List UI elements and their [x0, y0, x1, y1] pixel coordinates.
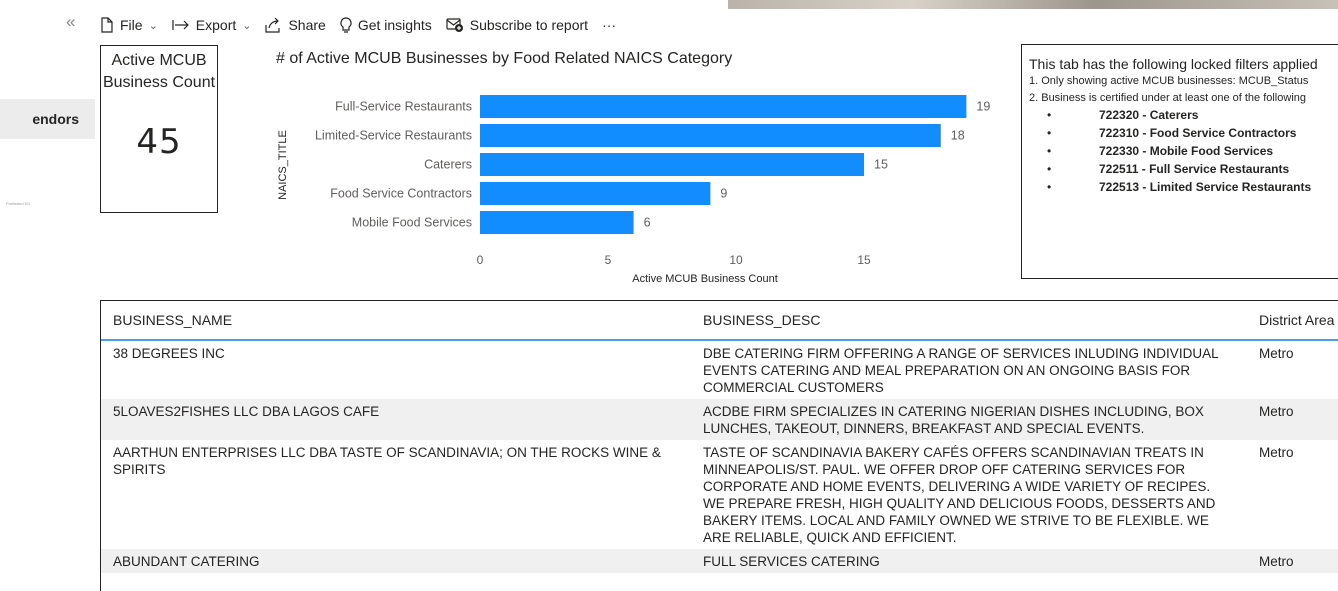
category-label: Limited-Service Restaurants: [315, 129, 472, 143]
cell-district-area: Metro: [1259, 445, 1294, 460]
cell-district-area: Metro: [1259, 346, 1294, 361]
export-label: Export: [195, 17, 237, 33]
more-options-button[interactable]: ···: [602, 17, 616, 33]
cell-business-name: AARTHUN ENTERPRISES LLC DBA TASTE OF SCA…: [113, 445, 661, 477]
bar: [480, 182, 711, 205]
subscribe-button[interactable]: Subscribe to report: [446, 17, 588, 33]
bar: [480, 211, 634, 234]
naics-bar-chart[interactable]: # of Active MCUB Businesses by Food Rela…: [272, 45, 1012, 293]
table-row[interactable]: AARTHUN ENTERPRISES LLC DBA TASTE OF SCA…: [101, 440, 1338, 549]
export-arrow-icon: [172, 20, 189, 30]
x-tick-label: 5: [605, 253, 612, 267]
left-navigation-pane: « endors Published 5/1: [0, 0, 98, 571]
cell-business-desc: DBE CATERING FIRM OFFERING A RANGE OF SE…: [703, 346, 1219, 395]
category-label: Mobile Food Services: [352, 216, 472, 230]
cell-district-area: Metro: [1259, 404, 1294, 419]
kpi-card[interactable]: Active MCUB Business Count 45: [100, 45, 218, 213]
subscribe-icon: [446, 17, 463, 32]
file-icon: [101, 17, 113, 33]
bar-chart-svg: # of Active MCUB Businesses by Food Rela…: [276, 50, 990, 285]
y-axis-label: NAICS_TITLE: [277, 130, 289, 200]
naics-code-item: 722320 - Caterers: [1029, 106, 1338, 124]
data-label: 9: [720, 187, 727, 201]
column-header-business-name[interactable]: BUSINESS_NAME: [101, 312, 699, 328]
file-menu-button[interactable]: File ⌄: [100, 17, 158, 33]
bar: [480, 95, 967, 118]
cell-business-name: 38 DEGREES INC: [113, 346, 225, 361]
chevron-down-icon: ⌄: [148, 19, 158, 32]
nav-page-item[interactable]: endors: [0, 99, 95, 139]
x-tick-label: 10: [729, 253, 743, 267]
column-header-district-area[interactable]: District Area: [1245, 312, 1338, 328]
business-table[interactable]: BUSINESS_NAME BUSINESS_DESC District Are…: [100, 300, 1338, 591]
published-note: Published 5/1: [6, 201, 31, 206]
table-row[interactable]: ABUNDANT CATERING FULL SERVICES CATERING…: [101, 549, 1338, 573]
x-tick-label: 0: [477, 253, 484, 267]
background-photo-strip: [728, 0, 1338, 9]
cell-business-desc: ACDBE FIRM SPECIALIZES IN CATERING NIGER…: [703, 404, 1204, 436]
more-options-icon: ···: [602, 17, 617, 33]
lightbulb-icon: [340, 17, 352, 33]
kpi-card-value: 45: [136, 122, 182, 162]
cell-business-desc: TASTE OF SCANDINAVIA BAKERY CAFÉS OFFERS…: [703, 445, 1216, 545]
table-row[interactable]: 5LOAVES2FISHES LLC DBA LAGOS CAFE ACDBE …: [101, 399, 1338, 440]
report-toolbar: File ⌄ Export ⌄ Share Get insights Subsc…: [100, 7, 720, 43]
get-insights-label: Get insights: [357, 17, 432, 33]
data-label: 19: [976, 100, 990, 114]
filters-line-1: 1. Only showing active MCUB businesses: …: [1029, 75, 1309, 87]
naics-code-item: 722330 - Mobile Food Services: [1029, 142, 1338, 160]
share-button[interactable]: Share: [265, 17, 326, 33]
kpi-card-title: Active MCUB Business Count: [102, 52, 216, 91]
data-label: 15: [874, 158, 888, 172]
naics-code-list: 722320 - Caterers 722310 - Food Service …: [1029, 106, 1338, 196]
bar: [480, 124, 941, 147]
category-label: Food Service Contractors: [330, 187, 472, 201]
data-label: 18: [951, 129, 965, 143]
share-icon: [265, 17, 281, 33]
filters-heading: This tab has the following locked filter…: [1029, 56, 1318, 72]
naics-code-item: 722511 - Full Service Restaurants: [1029, 160, 1338, 178]
get-insights-button[interactable]: Get insights: [340, 17, 432, 33]
cell-district-area: Metro: [1259, 554, 1294, 569]
chart-title: # of Active MCUB Businesses by Food Rela…: [276, 50, 732, 67]
cell-business-desc: FULL SERVICES CATERING: [703, 554, 880, 569]
bar: [480, 153, 864, 176]
naics-code-item: 722513 - Limited Service Restaurants: [1029, 178, 1338, 196]
export-menu-button[interactable]: Export ⌄: [172, 17, 252, 33]
table-row[interactable]: 38 DEGREES INC DBE CATERING FIRM OFFERIN…: [101, 341, 1338, 399]
category-label: Full-Service Restaurants: [335, 100, 472, 114]
cell-business-name: ABUNDANT CATERING: [113, 554, 260, 569]
naics-code-item: 722310 - Food Service Contractors: [1029, 124, 1338, 142]
category-label: Caterers: [424, 158, 472, 172]
x-axis-label: Active MCUB Business Count: [632, 273, 778, 285]
x-tick-label: 15: [857, 253, 871, 267]
cell-business-name: 5LOAVES2FISHES LLC DBA LAGOS CAFE: [113, 404, 380, 419]
locked-filters-textbox: This tab has the following locked filter…: [1021, 44, 1338, 279]
file-label: File: [120, 17, 143, 33]
share-label: Share: [288, 17, 326, 33]
collapse-pane-icon[interactable]: «: [66, 12, 75, 32]
subscribe-label: Subscribe to report: [469, 17, 589, 33]
column-header-business-desc[interactable]: BUSINESS_DESC: [699, 312, 1245, 328]
table-header: BUSINESS_NAME BUSINESS_DESC District Are…: [101, 301, 1338, 341]
filters-line-2: 2. Business is certified under at least …: [1029, 92, 1306, 104]
data-label: 6: [644, 216, 651, 230]
chevron-down-icon: ⌄: [242, 19, 252, 32]
